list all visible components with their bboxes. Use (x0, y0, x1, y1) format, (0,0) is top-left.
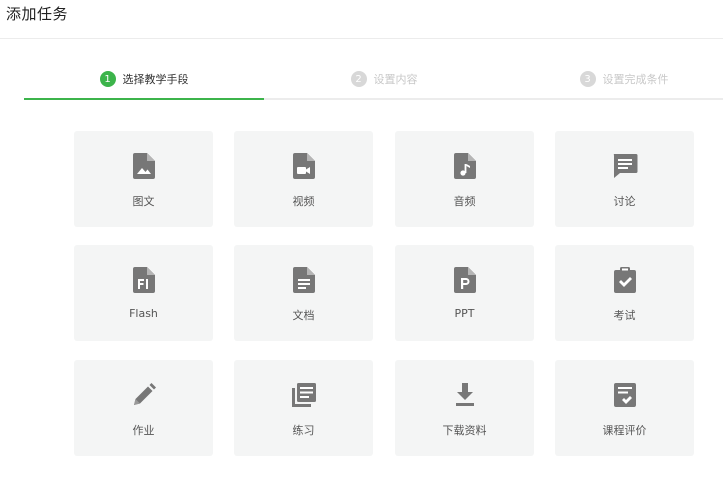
option-label: PPT (454, 307, 475, 320)
option-course-evaluation[interactable]: 课程评价 (555, 360, 694, 456)
option-label: 课程评价 (602, 424, 647, 437)
option-label: 讨论 (613, 195, 636, 208)
audio-file-icon (395, 152, 534, 180)
document-icon (234, 266, 373, 294)
option-label: 练习 (292, 424, 315, 437)
option-label: 音频 (453, 195, 476, 208)
step-1-label: 选择教学手段 (122, 73, 189, 86)
step-3[interactable]: 3 设置完成条件 (504, 60, 723, 98)
video-file-icon (234, 152, 373, 180)
step-1-number: 1 (99, 71, 116, 87)
title-divider (0, 38, 723, 39)
option-image-text[interactable]: 图文 (74, 131, 213, 227)
flash-file-icon (74, 266, 213, 294)
option-download-materials[interactable]: 下载资料 (395, 360, 534, 456)
option-discussion[interactable]: 讨论 (555, 131, 694, 227)
option-homework[interactable]: 作业 (74, 360, 213, 456)
option-document[interactable]: 文档 (234, 245, 373, 341)
option-label: 下载资料 (442, 424, 487, 437)
step-1[interactable]: 1 选择教学手段 (24, 60, 264, 98)
step-3-label: 设置完成条件 (602, 73, 669, 86)
option-ppt[interactable]: PPT (395, 245, 534, 341)
option-label: 视频 (292, 195, 315, 208)
pencil-icon (74, 381, 213, 409)
option-flash[interactable]: Flash (74, 245, 213, 341)
step-2-label: 设置内容 (373, 73, 418, 86)
exercise-list-icon (234, 381, 373, 409)
option-audio[interactable]: 音频 (395, 131, 534, 227)
step-progress: 1 选择教学手段 2 设置内容 3 设置完成条件 (24, 60, 723, 100)
option-exam[interactable]: 考试 (555, 245, 694, 341)
exam-clipboard-icon (555, 266, 694, 294)
image-file-icon (74, 152, 213, 180)
option-exercise[interactable]: 练习 (234, 360, 373, 456)
option-label: 图文 (132, 195, 155, 208)
step-3-number: 3 (579, 71, 596, 87)
option-label: 作业 (132, 424, 155, 437)
download-icon (395, 381, 534, 409)
option-video[interactable]: 视频 (234, 131, 373, 227)
step-2-number: 2 (350, 71, 367, 87)
option-label: Flash (129, 307, 158, 320)
option-label: 文档 (292, 309, 315, 322)
page-title: 添加任务 (6, 5, 69, 23)
option-label: 考试 (613, 309, 636, 322)
chat-icon (555, 152, 694, 180)
ppt-file-icon (395, 266, 534, 294)
step-2[interactable]: 2 设置内容 (264, 60, 504, 98)
steps-progress-bar (24, 98, 264, 100)
evaluation-icon (555, 381, 694, 409)
